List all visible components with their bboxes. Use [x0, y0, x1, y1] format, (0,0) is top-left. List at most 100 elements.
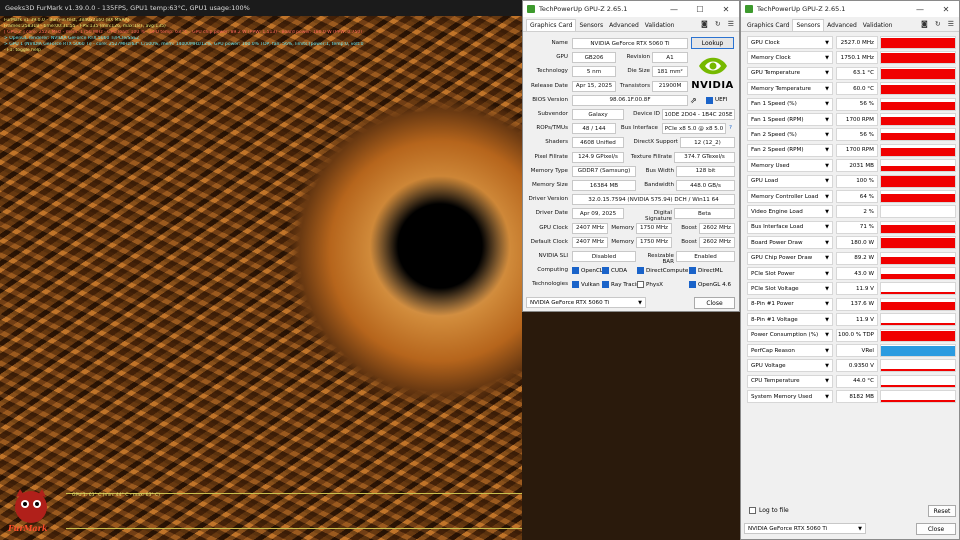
tab-validation[interactable]: Validation — [642, 20, 678, 31]
sensor-name-dropdown[interactable]: PCIe Slot Voltage ▼ — [747, 282, 833, 296]
sensor-name-dropdown[interactable]: GPU Chip Power Draw ▼ — [747, 251, 833, 265]
sensor-name-dropdown[interactable]: Memory Used ▼ — [747, 159, 833, 173]
sensor-name-dropdown[interactable]: GPU Temperature ▼ — [747, 66, 833, 80]
sensor-name-dropdown[interactable]: Memory Temperature ▼ — [747, 82, 833, 96]
sensor-name: CPU Temperature — [751, 378, 800, 385]
resizable-bar-label: Resizable BAR — [647, 253, 674, 265]
sensor-name-dropdown[interactable]: 8-Pin #1 Power ▼ — [747, 297, 833, 311]
gpuz-main-titlebar[interactable]: TechPowerUp GPU-Z 2.65.1 — ☐ ✕ — [523, 1, 739, 17]
sensor-name-dropdown[interactable]: Fan 1 Speed (%) ▼ — [747, 97, 833, 111]
maximize-icon[interactable]: ☐ — [687, 5, 713, 14]
camera-icon[interactable]: ◙ — [701, 20, 708, 28]
technologies-label: OpenGL 4.6 — [698, 281, 732, 288]
sensor-name-dropdown[interactable]: 8-Pin #1 Voltage ▼ — [747, 313, 833, 327]
sensor-row: 8-Pin #1 Power ▼ 137.6 W — [745, 297, 957, 311]
sensor-name-dropdown[interactable]: Board Power Draw ▼ — [747, 236, 833, 250]
sensor-name-dropdown[interactable]: Power Consumption (%) ▼ — [747, 328, 833, 342]
sensor-name-dropdown[interactable]: GPU Load ▼ — [747, 174, 833, 188]
sensor-value: 100 % — [836, 174, 878, 188]
gpu-select-dropdown[interactable]: NVIDIA GeForce RTX 5060 Ti ▼ — [526, 297, 646, 308]
gpuz-sensors-titlebar[interactable]: TechPowerUp GPU-Z 2.65.1 — ✕ — [741, 1, 959, 17]
tab-advanced[interactable]: Advanced — [824, 20, 860, 31]
computing-checkbox[interactable]: OpenCL — [572, 267, 603, 275]
menu-icon[interactable]: ☰ — [728, 20, 734, 28]
lookup-button[interactable]: Lookup — [691, 37, 734, 49]
sensor-name-dropdown[interactable]: Fan 2 Speed (%) ▼ — [747, 128, 833, 142]
digital-signature-label: Digital Signature — [645, 210, 672, 223]
refresh-icon[interactable]: ↻ — [715, 20, 721, 28]
checkbox-icon[interactable] — [706, 96, 713, 104]
close-icon[interactable]: ✕ — [713, 5, 739, 14]
sensor-graph-fill — [881, 52, 955, 64]
gpu-select-dropdown[interactable]: NVIDIA GeForce RTX 5060 Ti ▼ — [744, 523, 866, 534]
refresh-icon[interactable]: ↻ — [935, 20, 941, 28]
sensor-value: 8182 MB — [836, 390, 878, 404]
reset-button[interactable]: Reset — [928, 505, 956, 517]
tab-sensors[interactable]: Sensors — [576, 20, 606, 31]
checkbox-icon[interactable] — [602, 267, 609, 275]
sensor-name-dropdown[interactable]: Memory Clock ▼ — [747, 51, 833, 65]
sensor-name-dropdown[interactable]: CPU Temperature ▼ — [747, 374, 833, 388]
sensor-name-dropdown[interactable]: System Memory Used ▼ — [747, 390, 833, 404]
computing-checkbox[interactable]: DirectCompute — [637, 267, 688, 275]
camera-icon[interactable]: ◙ — [921, 20, 928, 28]
checkbox-icon[interactable] — [602, 281, 609, 289]
transistors-value: 21900M — [652, 80, 688, 92]
sensor-row: Board Power Draw ▼ 180.0 W — [745, 236, 957, 250]
sensor-name-dropdown[interactable]: Video Engine Load ▼ — [747, 205, 833, 219]
sensor-graph-fill — [881, 238, 955, 249]
default-memory-value: 1750 MHz — [636, 236, 672, 248]
chevron-down-icon: ▼ — [825, 70, 829, 77]
sensor-name-dropdown[interactable]: GPU Voltage ▼ — [747, 359, 833, 373]
tab-graphics-card[interactable]: Graphics Card — [526, 19, 577, 31]
close-icon[interactable]: ✕ — [933, 5, 959, 14]
sensor-row: GPU Chip Power Draw ▼ 89.2 W — [745, 251, 957, 265]
tab-validation[interactable]: Validation — [860, 20, 896, 31]
sensor-value: 1700 RPM — [836, 113, 878, 126]
sensor-name-dropdown[interactable]: Memory Controller Load ▼ — [747, 190, 833, 203]
tab-sensors[interactable]: Sensors — [792, 19, 825, 31]
sensor-name-dropdown[interactable]: Fan 1 Speed (RPM) ▼ — [747, 113, 833, 126]
checkbox-icon[interactable] — [572, 281, 579, 289]
release-date-label: Release Date — [530, 82, 568, 89]
sensor-name-dropdown[interactable]: GPU Clock ▼ — [747, 36, 833, 49]
sensor-name: GPU Voltage — [751, 362, 786, 369]
pixel-fillrate-value: 124.9 GPixel/s — [572, 151, 624, 163]
checkbox-icon[interactable] — [637, 267, 644, 275]
resizable-bar-value: Enabled — [676, 251, 735, 262]
gpu-select-value: NVIDIA GeForce RTX 5060 Ti — [748, 525, 828, 532]
uefi-checkbox[interactable]: UEFI — [706, 96, 728, 104]
technologies-checkbox[interactable]: PhysX — [637, 281, 663, 289]
sensor-row: GPU Voltage ▼ 0.9350 V — [745, 359, 957, 373]
checkbox-icon[interactable] — [637, 281, 644, 289]
sensor-value: 100.0 % TDP — [836, 328, 878, 342]
help-icon[interactable]: ? — [729, 125, 732, 131]
furmark-titlebar[interactable]: Geeks3D FurMark v1.39.0.0 - 135FPS, GPU1… — [0, 0, 522, 16]
sensor-name-dropdown[interactable]: PerfCap Reason ▼ — [747, 344, 833, 357]
log-to-file-checkbox[interactable]: Log to file — [749, 507, 789, 514]
sensor-name-dropdown[interactable]: Fan 2 Speed (RPM) ▼ — [747, 143, 833, 157]
minimize-icon[interactable]: — — [907, 5, 933, 14]
computing-checkbox[interactable]: DirectML — [689, 267, 723, 275]
tab-graphics-card[interactable]: Graphics Card — [744, 20, 792, 31]
sensor-value: 2031 MB — [836, 159, 878, 173]
sensor-name-dropdown[interactable]: Bus Interface Load ▼ — [747, 220, 833, 234]
checkbox-icon[interactable] — [572, 267, 579, 275]
close-button[interactable]: Close — [694, 297, 735, 309]
checkbox-icon[interactable] — [749, 507, 756, 514]
checkbox-icon[interactable] — [689, 267, 696, 275]
technologies-checkbox[interactable]: Vulkan — [572, 281, 600, 289]
close-button[interactable]: Close — [916, 523, 956, 535]
minimize-icon[interactable]: — — [661, 5, 687, 14]
technologies-checkbox[interactable]: OpenGL 4.6 — [689, 281, 732, 289]
sensor-row: Fan 2 Speed (RPM) ▼ 1700 RPM — [745, 143, 957, 157]
sensor-graph — [880, 297, 956, 311]
checkbox-icon[interactable] — [689, 281, 696, 289]
sensor-name-dropdown[interactable]: PCIe Slot Power ▼ — [747, 267, 833, 280]
gpuz-app-icon — [745, 5, 753, 13]
share-icon[interactable]: ⇗ — [690, 96, 697, 105]
computing-checkbox[interactable]: CUDA — [602, 267, 627, 275]
menu-icon[interactable]: ☰ — [948, 20, 954, 28]
tab-advanced[interactable]: Advanced — [606, 20, 642, 31]
sensor-value: 11.9 V — [836, 313, 878, 327]
